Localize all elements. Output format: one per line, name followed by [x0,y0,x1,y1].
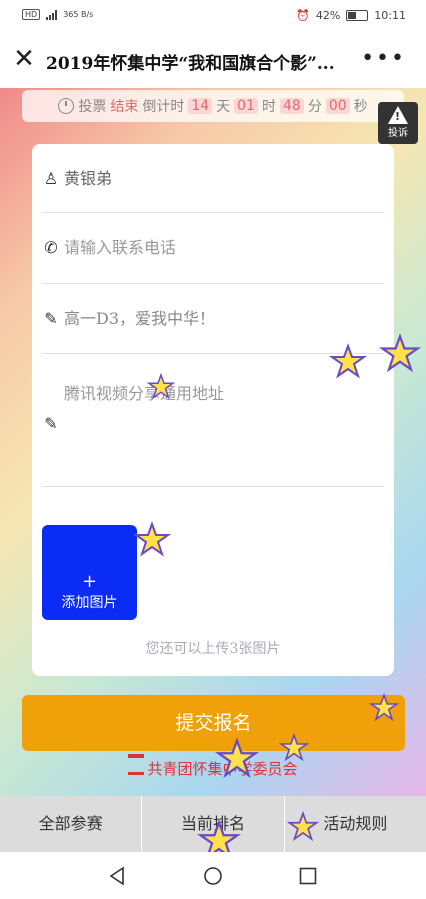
clock-icon [58,98,75,114]
countdown-state: 结束 [110,99,139,115]
minutes-unit: 分 [307,99,322,115]
add-image-label: 添加图片 [61,595,118,611]
video-placeholder: 腾讯视频分享通用地址 [64,384,225,403]
main-content: 投票 结束 倒计时 14 天 01 时 48 分 00 秒 投诉 ♙ 黄银弟 ✆ 请… [0,88,426,796]
alarm-icon: ⏰ [296,9,310,22]
add-image-button[interactable]: + 添加图片 [42,525,137,620]
countdown-hours: 01 [234,98,258,114]
motto-value: 高一D3，爱我中华！ [64,309,216,328]
network-speed: 365 B/s [63,10,94,19]
plus-icon: + [81,571,98,592]
countdown-label: 倒计时 [142,99,185,115]
seconds-unit: 秒 [353,99,368,115]
countdown-prefix: 投票 [78,99,107,115]
phone-icon: ✆ [44,238,58,257]
report-button[interactable]: 投诉 [378,102,418,144]
battery-percent: 42% [315,9,341,22]
star-sticker-icon [278,732,310,762]
countdown-seconds: 00 [325,98,350,114]
hd-icon: HD [22,9,41,20]
countdown-days: 14 [188,98,213,114]
bank-icon [128,754,145,775]
name-field[interactable]: ♙ 黄银弟 [42,144,384,213]
pencil-icon: ✎ [44,414,58,433]
more-options-icon[interactable]: ••• [361,46,406,71]
back-icon[interactable] [108,866,128,886]
star-sticker-icon [368,692,400,722]
phone-field[interactable]: ✆ 请输入联系电话 [42,213,384,284]
star-sticker-icon [286,810,320,842]
tab-all-entries[interactable]: 全部参赛 [0,796,143,852]
star-sticker-icon [214,737,260,779]
clock-time: 10:11 [374,9,406,22]
status-bar: HD 365 B/s ⏰ 42% 10:11 [0,0,426,32]
pencil-icon: ✎ [44,309,58,328]
title-bar: ✕ 2019年怀集中学“我和国旗合个影”... ••• [0,32,426,88]
signup-form: ♙ 黄银弟 ✆ 请输入联系电话 ✎ 高一D3，爱我中华！ 腾讯视频分享通用地址 ✎ +… [32,144,394,676]
vote-countdown: 投票 结束 倒计时 14 天 01 时 48 分 00 秒 [22,90,404,122]
close-icon[interactable]: ✕ [12,46,36,72]
page-title: 2019年怀集中学“我和国旗合个影”... [46,54,335,74]
person-icon: ♙ [43,169,59,188]
home-icon[interactable] [203,866,223,886]
upload-hint: 您还可以上传3张图片 [145,641,281,657]
organizer-line: 共青团怀集中学委员会 [0,754,426,779]
hours-unit: 时 [262,99,276,115]
countdown-minutes: 48 [280,98,304,114]
star-sticker-icon [328,343,368,379]
name-value: 黄银弟 [64,169,113,188]
star-sticker-icon [132,521,172,557]
battery-icon [346,10,369,21]
signal-icon [46,9,58,20]
system-nav-bar [0,852,426,899]
phone-placeholder: 请输入联系电话 [64,238,177,257]
warning-icon [388,106,408,124]
star-sticker-icon [378,333,422,373]
star-sticker-icon [146,372,176,400]
report-label: 投诉 [388,128,408,139]
recent-apps-icon[interactable] [298,866,318,886]
days-unit: 天 [216,99,231,115]
